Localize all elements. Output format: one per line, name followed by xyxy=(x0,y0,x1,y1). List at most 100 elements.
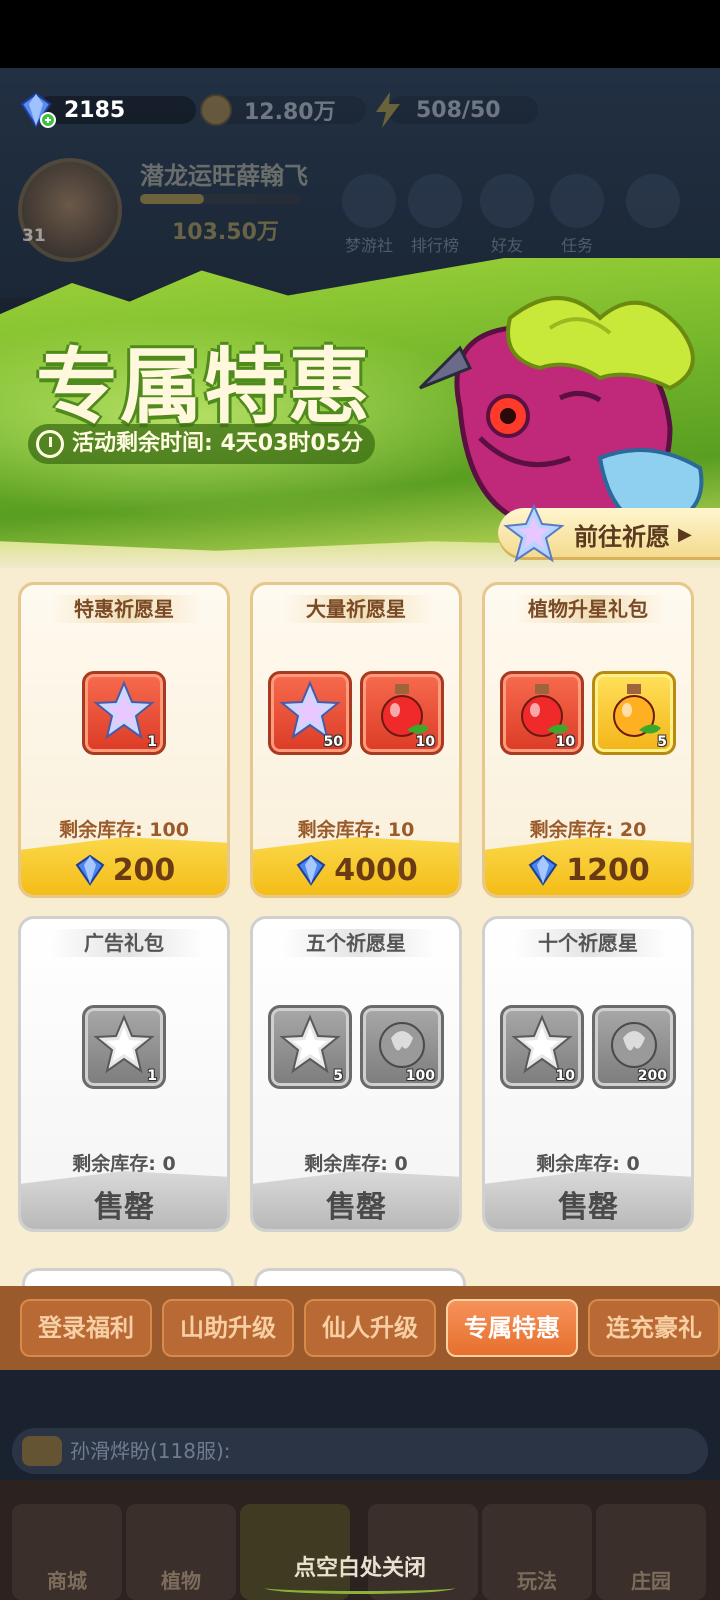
diamond-icon xyxy=(20,92,56,128)
orb-icon xyxy=(611,1022,657,1068)
reward-item: 10 xyxy=(500,671,584,755)
wish-star-icon xyxy=(279,1014,341,1074)
card-title: 大量祈愿星 xyxy=(306,597,406,621)
close-hint[interactable]: 点空白处关闭 xyxy=(0,1550,720,1594)
tab-1[interactable]: 山助升级 xyxy=(162,1299,294,1357)
reward-item: 200 xyxy=(592,1005,676,1089)
tab-0[interactable]: 登录福利 xyxy=(20,1299,152,1357)
clock-icon xyxy=(36,430,64,458)
potion-icon xyxy=(613,684,661,737)
orb-icon xyxy=(379,1022,425,1068)
player-name: 潜龙运旺薛翰飞 xyxy=(140,162,308,190)
chat-icon xyxy=(22,1436,62,1466)
status-bar xyxy=(0,0,720,68)
item-qty: 200 xyxy=(637,1068,667,1084)
reward-item: 5 xyxy=(592,671,676,755)
lightning-icon xyxy=(376,92,400,128)
tab-3[interactable]: 专属特惠 xyxy=(446,1299,578,1357)
shop-card[interactable]: 特惠祈愿星 1 剩余库存: 100 200 xyxy=(18,582,230,898)
banner-title: 专属特惠 xyxy=(36,340,373,435)
wish-star-icon xyxy=(279,680,341,740)
item-qty: 10 xyxy=(555,734,575,750)
category-tabs: 登录福利 山助升级 仙人升级 专属特惠 连充豪礼 xyxy=(0,1286,720,1370)
sold-out-label: 售罄 xyxy=(326,1190,386,1225)
sold-out-bar: 售罄 xyxy=(485,1171,691,1229)
hud-button-tasks: 任务 xyxy=(544,174,610,256)
card-title: 五个祈愿星 xyxy=(306,931,406,955)
sold-out-label: 售罄 xyxy=(94,1190,154,1225)
reward-item: 10 xyxy=(360,671,444,755)
item-qty: 10 xyxy=(415,734,435,750)
card-title: 特惠祈愿星 xyxy=(74,597,174,621)
item-qty: 5 xyxy=(333,1068,343,1084)
reward-item: 100 xyxy=(360,1005,444,1089)
wish-star-icon xyxy=(93,1014,155,1074)
card-title: 十个祈愿星 xyxy=(538,931,638,955)
item-qty: 5 xyxy=(657,734,667,750)
item-qty: 50 xyxy=(323,734,343,750)
flourish-decoration xyxy=(265,1582,455,1594)
reward-item: 1 xyxy=(82,671,166,755)
hud-button-club: 梦游社 xyxy=(336,174,402,256)
go-wish-button[interactable]: 前往祈愿 ▶ xyxy=(498,503,720,563)
diamond-icon xyxy=(296,854,326,886)
chat-text: 孙滑烨盼(118服): xyxy=(70,1439,231,1463)
gem-count: 2185 xyxy=(64,97,126,123)
shop-panel: 特惠祈愿星 1 剩余库存: 100 200 大量祈愿星 50 10 剩余库存: 10 4000 植… xyxy=(0,568,720,1286)
hud-button-rank: 排行榜 xyxy=(402,174,468,256)
sold-out-bar: 售罄 xyxy=(253,1171,459,1229)
shop-card[interactable]: 广告礼包 1 剩余库存: 0 售罄 xyxy=(18,916,230,1232)
potion-icon xyxy=(381,684,429,737)
item-qty: 100 xyxy=(405,1068,435,1084)
shop-card[interactable]: 五个祈愿星 5 100 剩余库存: 0 售罄 xyxy=(250,916,462,1232)
buy-button[interactable]: 1200 xyxy=(485,837,691,895)
shop-card-partial[interactable] xyxy=(22,1268,234,1286)
hud-button-more xyxy=(620,174,686,232)
price-value: 200 xyxy=(112,852,176,888)
hud-button-friends: 好友 xyxy=(474,174,540,256)
event-timer: 活动剩余时间: 4天03时05分 xyxy=(28,424,375,464)
item-qty: 10 xyxy=(555,1068,575,1084)
go-wish-label: 前往祈愿 xyxy=(574,522,670,551)
crystal-star-icon xyxy=(503,503,565,563)
card-title: 植物升星礼包 xyxy=(528,597,648,621)
sold-out-label: 售罄 xyxy=(558,1190,618,1225)
diamond-icon xyxy=(528,854,558,886)
gold-count: 12.80万 xyxy=(244,100,336,125)
timer-label: 活动剩余时间: 4天03时05分 xyxy=(72,431,363,456)
reward-item: 5 xyxy=(268,1005,352,1089)
reward-item: 1 xyxy=(82,1005,166,1089)
price-value: 1200 xyxy=(566,852,650,888)
player-level: 31 xyxy=(22,226,46,246)
sold-out-bar: 售罄 xyxy=(21,1171,227,1229)
arrow-right-icon: ▶ xyxy=(678,523,692,545)
item-qty: 1 xyxy=(147,1068,157,1084)
gem-resource: 2185 xyxy=(16,90,196,130)
energy-count: 508/50 xyxy=(416,97,501,123)
promo-banner: 专属特惠 活动剩余时间: 4天03时05分 前往祈愿 ▶ xyxy=(0,258,720,570)
shop-card[interactable]: 大量祈愿星 50 10 剩余库存: 10 4000 xyxy=(250,582,462,898)
chat-bar: 孙滑烨盼(118服): xyxy=(12,1428,708,1474)
wish-star-icon xyxy=(93,680,155,740)
reward-item: 50 xyxy=(268,671,352,755)
shop-card[interactable]: 植物升星礼包 10 5 剩余库存: 20 1200 xyxy=(482,582,694,898)
buy-button[interactable]: 4000 xyxy=(253,837,459,895)
exp-bar xyxy=(140,194,300,204)
tab-2[interactable]: 仙人升级 xyxy=(304,1299,436,1357)
gold-resource: 12.80万 xyxy=(196,90,366,130)
wish-star-icon xyxy=(511,1014,573,1074)
buy-button[interactable]: 200 xyxy=(21,837,227,895)
shop-card[interactable]: 十个祈愿星 10 200 剩余库存: 0 售罄 xyxy=(482,916,694,1232)
reward-item: 10 xyxy=(500,1005,584,1089)
item-qty: 1 xyxy=(147,734,157,750)
player-power: 103.50万 xyxy=(172,220,279,245)
price-value: 4000 xyxy=(334,852,418,888)
avatar xyxy=(18,158,122,262)
card-title: 广告礼包 xyxy=(84,931,164,955)
diamond-icon xyxy=(75,854,105,886)
shop-card-partial[interactable] xyxy=(254,1268,466,1286)
energy-resource: 508/50 xyxy=(368,90,538,130)
potion-icon xyxy=(521,684,569,737)
coin-icon xyxy=(200,94,232,126)
tab-4[interactable]: 连充豪礼 xyxy=(588,1299,720,1357)
